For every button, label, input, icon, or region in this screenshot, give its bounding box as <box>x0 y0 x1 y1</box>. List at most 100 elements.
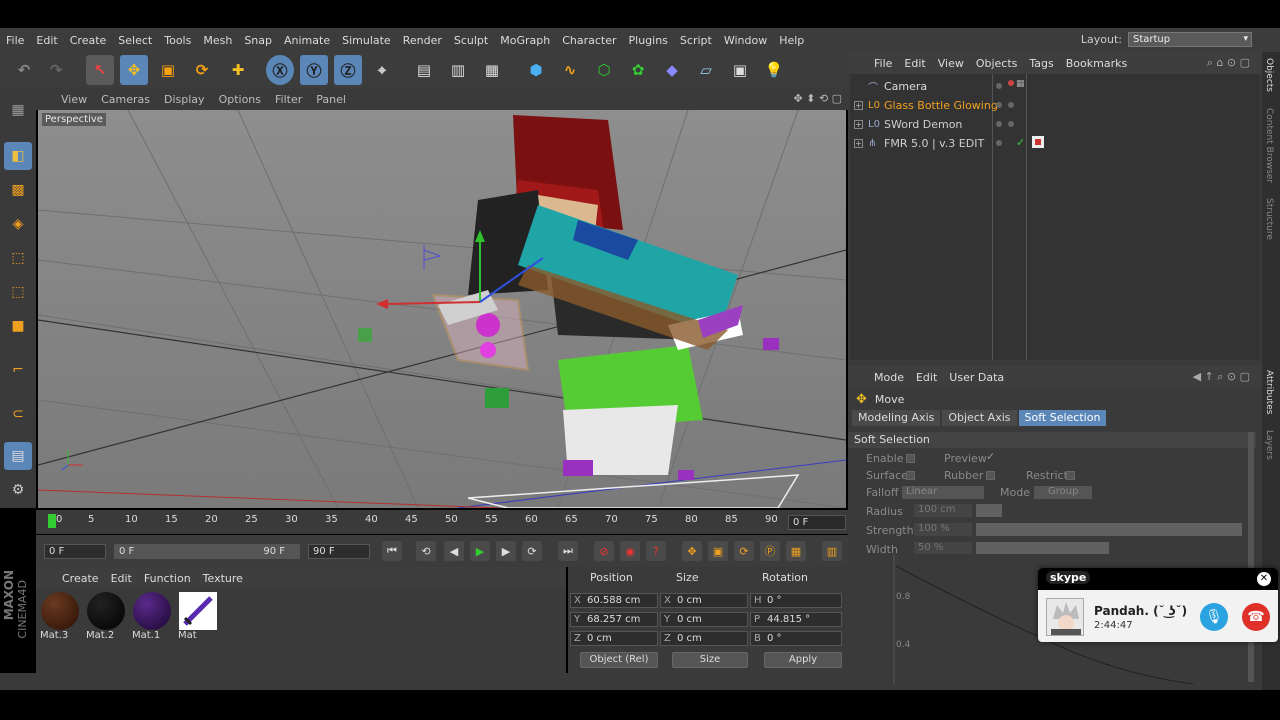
record-active-icon[interactable]: ⊘ <box>594 541 614 561</box>
next-key-icon[interactable]: ⟳ <box>522 541 542 561</box>
rotation-b-field[interactable]: B 0 ° <box>750 631 842 646</box>
spline-icon[interactable]: ∿ <box>556 55 584 85</box>
tab-attributes[interactable]: Attributes <box>1264 370 1274 414</box>
obj-menu-tags[interactable]: Tags <box>1023 57 1059 70</box>
enable-checkbox[interactable] <box>906 454 915 463</box>
menu-snap[interactable]: Snap <box>238 34 278 47</box>
rotation-h-field[interactable]: H 0 ° <box>750 593 842 608</box>
viewport-menu-display[interactable]: Display <box>157 93 212 106</box>
attribute-nav-icons[interactable]: ◀ ↑ ⌕ ⊙ ▢ <box>1187 370 1256 384</box>
tab-soft-selection[interactable]: Soft Selection <box>1018 410 1107 426</box>
expand-toggle[interactable]: + <box>854 100 863 110</box>
menu-character[interactable]: Character <box>556 34 622 47</box>
subdivision-icon[interactable]: ⬡ <box>590 55 618 85</box>
previous-key-icon[interactable]: ⟲ <box>416 541 436 561</box>
menu-file[interactable]: File <box>0 34 30 47</box>
rubber-checkbox[interactable] <box>986 471 995 480</box>
camera-icon[interactable]: ▣ <box>726 55 754 85</box>
menu-window[interactable]: Window <box>718 34 773 47</box>
menu-script[interactable]: Script <box>674 34 718 47</box>
close-icon[interactable]: ✕ <box>1257 572 1271 586</box>
render-settings-icon[interactable]: ▦ <box>478 55 506 85</box>
previous-frame-icon[interactable]: ◀ <box>444 541 464 561</box>
menu-mograph[interactable]: MoGraph <box>494 34 556 47</box>
falloff-dropdown[interactable]: Linear <box>902 486 984 499</box>
make-editable-icon[interactable]: ▦ <box>4 96 32 124</box>
render-view-icon[interactable]: ▤ <box>410 55 438 85</box>
cube-primitive-icon[interactable]: ⬢ <box>522 55 550 85</box>
viewport-menu-filter[interactable]: Filter <box>268 93 309 106</box>
redo-icon[interactable]: ↷ <box>42 55 70 85</box>
tab-layers[interactable]: Layers <box>1264 430 1274 460</box>
attributes-scrollbar[interactable] <box>1248 432 1254 682</box>
attr-menu-mode[interactable]: Mode <box>868 371 910 384</box>
enabled-check-icon[interactable]: ✓ <box>1016 136 1025 149</box>
visibility-dot[interactable] <box>996 140 1002 146</box>
mat-menu-edit[interactable]: Edit <box>105 572 138 585</box>
mat-menu-create[interactable]: Create <box>56 572 105 585</box>
attr-menu-edit[interactable]: Edit <box>910 371 943 384</box>
obj-menu-edit[interactable]: Edit <box>898 57 931 70</box>
mode-dropdown[interactable]: Group <box>1034 486 1092 499</box>
viewport-camera-label[interactable]: Perspective <box>42 113 106 126</box>
layout-dropdown[interactable]: Startup <box>1128 32 1252 47</box>
axis-mode-icon[interactable]: ⌐ <box>4 356 32 384</box>
obj-menu-view[interactable]: View <box>932 57 970 70</box>
search-icon[interactable]: ⌕ ⌂ ⊙ ▢ <box>1201 56 1256 70</box>
visibility-dot[interactable] <box>1008 102 1014 108</box>
menu-help[interactable]: Help <box>773 34 810 47</box>
snapping-icon[interactable]: ⊂ <box>4 400 32 428</box>
material-swatch[interactable]: Mat.3 <box>40 592 80 641</box>
timeline-window-icon[interactable]: ▥ <box>822 541 842 561</box>
play-icon[interactable]: ▶ <box>470 541 490 561</box>
edges-mode-icon[interactable]: ⬚ <box>4 278 32 306</box>
autokey-icon[interactable]: ◉ <box>620 541 640 561</box>
object-row-fmr[interactable]: + ⋔ FMR 5.0 | v.3 EDIT ✓ <box>850 134 1260 152</box>
radius-field[interactable]: 100 cm <box>914 504 972 517</box>
menu-create[interactable]: Create <box>64 34 113 47</box>
add-tool-icon[interactable]: ✚ <box>224 55 252 85</box>
obj-menu-file[interactable]: File <box>868 57 898 70</box>
key-rotation-icon[interactable]: ⟳ <box>734 541 754 561</box>
move-tool-icon[interactable]: ✥ <box>120 55 148 85</box>
menu-sculpt[interactable]: Sculpt <box>448 34 494 47</box>
undo-icon[interactable]: ↶ <box>10 55 38 85</box>
tab-structure[interactable]: Structure <box>1264 198 1274 240</box>
tab-objects[interactable]: Objects <box>1264 58 1274 92</box>
coordinate-mode-dropdown[interactable]: Object (Rel) <box>580 652 658 668</box>
live-selection-icon[interactable]: ↖ <box>86 55 114 85</box>
menu-tools[interactable]: Tools <box>158 34 197 47</box>
menu-plugins[interactable]: Plugins <box>623 34 674 47</box>
strength-field[interactable]: 100 % <box>914 523 972 536</box>
viewport-nav-icons[interactable]: ✥ ⬍ ⟲ ▢ <box>793 92 842 105</box>
surface-checkbox[interactable] <box>906 471 915 480</box>
size-mode-dropdown[interactable]: Size <box>672 652 748 668</box>
viewport-menu-options[interactable]: Options <box>212 93 268 106</box>
restrict-checkbox[interactable] <box>1066 471 1075 480</box>
key-position-icon[interactable]: ✥ <box>682 541 702 561</box>
tab-content-browser[interactable]: Content Browser <box>1264 108 1274 183</box>
visibility-dot[interactable] <box>1008 80 1014 86</box>
material-swatch[interactable]: Mat.1 <box>132 592 172 641</box>
menu-mesh[interactable]: Mesh <box>197 34 238 47</box>
expand-toggle[interactable]: + <box>854 119 863 129</box>
points-mode-icon[interactable]: ⬚ <box>4 244 32 272</box>
key-parameter-icon[interactable]: Ⓟ <box>760 541 780 561</box>
menu-animate[interactable]: Animate <box>278 34 336 47</box>
size-x-field[interactable]: X 0 cm <box>660 593 748 608</box>
timeline-ruler[interactable]: 0 5 10 15 20 25 30 35 40 45 50 55 60 65 … <box>36 510 848 534</box>
mograph-cloner-icon[interactable]: ✿ <box>624 55 652 85</box>
rotate-tool-icon[interactable]: ⟳ <box>188 55 216 85</box>
camera-tag-icon[interactable]: ▦ <box>1016 79 1025 89</box>
expand-toggle[interactable]: + <box>854 138 863 148</box>
attr-menu-user-data[interactable]: User Data <box>943 371 1010 384</box>
go-to-start-icon[interactable]: ⏮ <box>382 541 402 561</box>
menu-select[interactable]: Select <box>112 34 158 47</box>
lock-workplane-icon[interactable]: ▤ <box>4 442 32 470</box>
render-picture-viewer-icon[interactable]: ▥ <box>444 55 472 85</box>
3d-viewport[interactable]: Perspective <box>38 110 846 508</box>
rotation-p-field[interactable]: P 44.815 ° <box>750 612 842 627</box>
scale-tool-icon[interactable]: ▣ <box>154 55 182 85</box>
obj-menu-objects[interactable]: Objects <box>970 57 1024 70</box>
mat-menu-function[interactable]: Function <box>138 572 197 585</box>
